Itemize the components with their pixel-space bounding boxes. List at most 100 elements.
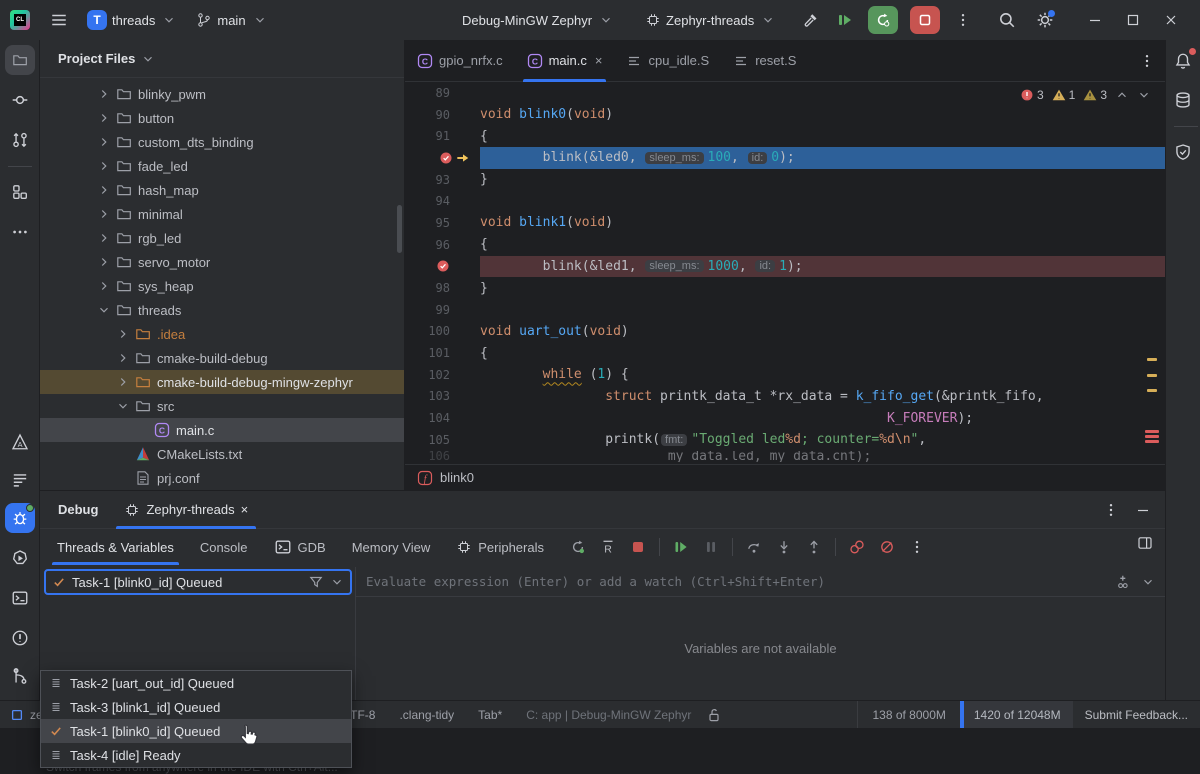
structure-tool-button[interactable] xyxy=(5,177,35,207)
code-gutter[interactable]: 89 xyxy=(405,86,480,100)
todo-tool-button[interactable] xyxy=(5,465,35,495)
rerun-green-button[interactable] xyxy=(565,534,591,560)
cmake-tool-button[interactable]: A xyxy=(5,427,35,457)
indent-style[interactable]: Tab* xyxy=(469,708,511,722)
tree-chevron[interactable] xyxy=(96,303,112,317)
tree-item[interactable]: custom_dts_binding xyxy=(40,130,404,154)
tree-item[interactable]: sys_heap xyxy=(40,274,404,298)
debug-session-selector[interactable]: Zephyr-threads xyxy=(638,6,782,34)
resume-small-button[interactable] xyxy=(668,534,694,560)
code-gutter[interactable] xyxy=(405,151,480,165)
editor-tab-cpu_idle-S[interactable]: cpu_idle.S xyxy=(614,40,721,82)
stripe-warning-mark[interactable] xyxy=(1147,374,1157,377)
tree-item[interactable]: cmake-build-debug xyxy=(40,346,404,370)
code-gutter[interactable]: 105 xyxy=(405,433,480,447)
tree-item[interactable]: minimal xyxy=(40,202,404,226)
inspections-widget[interactable]: 3 1 3 xyxy=(1020,88,1151,102)
tree-chevron[interactable] xyxy=(96,111,112,125)
build-button[interactable] xyxy=(796,6,826,34)
tree-item[interactable]: cmake-build-debug-mingw-zephyr xyxy=(40,370,404,394)
layout-settings-icon[interactable] xyxy=(1137,535,1153,551)
tree-chevron[interactable] xyxy=(96,135,112,149)
tree-item[interactable]: src xyxy=(40,394,404,418)
debug-tab-memory-view[interactable]: Memory View xyxy=(339,529,444,565)
tree-scrollbar[interactable] xyxy=(397,205,402,253)
code-gutter[interactable]: 98 xyxy=(405,281,480,295)
add-watch-icon[interactable] xyxy=(1115,574,1131,590)
tree-chevron[interactable] xyxy=(115,399,131,413)
code-gutter[interactable]: 90 xyxy=(405,108,480,122)
code-gutter[interactable]: 102 xyxy=(405,368,480,382)
debug-options-kebab-icon[interactable] xyxy=(1103,502,1119,518)
code-gutter[interactable]: 96 xyxy=(405,238,480,252)
thread-option[interactable]: Task-4 [idle] Ready xyxy=(41,743,351,767)
stripe-warning-mark[interactable] xyxy=(1147,389,1157,392)
tree-chevron[interactable] xyxy=(115,327,131,341)
code-gutter[interactable]: 94 xyxy=(405,194,480,208)
code-viewport[interactable]: 8990void blink0(void)91{ blink(&led0, sl… xyxy=(405,82,1165,464)
stop-button[interactable] xyxy=(910,6,940,34)
editor-tab-gpio_nrfx-c[interactable]: Cgpio_nrfx.c xyxy=(405,40,515,82)
mute-bps-button[interactable] xyxy=(874,534,900,560)
debug-session-tab[interactable]: Zephyr-threads × xyxy=(114,491,258,529)
database-tool-button[interactable] xyxy=(1168,85,1198,115)
commit-tool-button[interactable] xyxy=(5,85,35,115)
tree-item[interactable]: servo_motor xyxy=(40,250,404,274)
memory-indicator[interactable]: 1420 of 12048M xyxy=(960,701,1073,728)
debug-tab-threads-variables[interactable]: Threads & Variables xyxy=(44,529,187,565)
tree-chevron[interactable] xyxy=(96,279,112,293)
tree-item[interactable]: rgb_led xyxy=(40,226,404,250)
code-gutter[interactable]: 93 xyxy=(405,173,480,187)
debug-tab-gdb[interactable]: GDB xyxy=(261,529,339,565)
chevron-down-icon[interactable] xyxy=(1141,575,1155,589)
tree-item[interactable]: .idea xyxy=(40,322,404,346)
chevron-down-icon[interactable] xyxy=(330,575,344,589)
debug-tab-console[interactable]: Console xyxy=(187,529,261,565)
version-control-tool-button[interactable] xyxy=(5,661,35,691)
close-session-icon[interactable]: × xyxy=(241,502,249,517)
step-into-button[interactable] xyxy=(771,534,797,560)
stop-red-button[interactable] xyxy=(625,534,651,560)
problems-tool-button[interactable] xyxy=(5,623,35,653)
code-gutter[interactable]: 103 xyxy=(405,389,480,403)
search-everywhere-button[interactable] xyxy=(992,6,1022,34)
tree-chevron[interactable] xyxy=(96,87,112,101)
step-over-button[interactable] xyxy=(741,534,767,560)
stripe-error-mark[interactable] xyxy=(1145,435,1159,438)
resolve-context[interactable]: C: app | Debug-MinGW Zephyr xyxy=(517,708,700,722)
code-gutter[interactable] xyxy=(405,259,480,273)
main-menu-button[interactable] xyxy=(44,6,74,34)
settings-button[interactable] xyxy=(1030,6,1060,34)
tree-chevron[interactable] xyxy=(115,351,131,365)
terminal-tool-button[interactable] xyxy=(5,583,35,613)
editor-tab-main-c[interactable]: Cmain.c× xyxy=(515,40,615,82)
tree-item[interactable]: CMakeLists.txt xyxy=(40,442,404,466)
resume-program-button[interactable] xyxy=(830,6,860,34)
project-widget[interactable]: T threads xyxy=(80,6,183,34)
tree-item[interactable]: Cmain.c xyxy=(40,418,404,442)
thread-option[interactable]: Task-2 [uart_out_id] Queued xyxy=(41,671,351,695)
view-bps-button[interactable] xyxy=(844,534,870,560)
stripe-error-mark[interactable] xyxy=(1145,440,1159,443)
tree-item[interactable]: blinky_pwm xyxy=(40,82,404,106)
tree-item[interactable]: button xyxy=(40,106,404,130)
debug-tool-button[interactable] xyxy=(5,503,35,533)
code-gutter[interactable]: 99 xyxy=(405,303,480,317)
vcs-branch-widget[interactable]: main xyxy=(189,6,273,34)
hide-panel-icon[interactable] xyxy=(1135,502,1151,518)
code-gutter[interactable]: 106 xyxy=(405,451,480,462)
editor-breadcrumb[interactable]: f blink0 xyxy=(405,464,1165,490)
reset-button[interactable]: R xyxy=(595,534,621,560)
project-tool-button[interactable] xyxy=(5,45,35,75)
code-gutter[interactable]: 95 xyxy=(405,216,480,230)
code-gutter[interactable]: 91 xyxy=(405,129,480,143)
next-problem-icon[interactable] xyxy=(1137,88,1151,102)
clang-tidy-widget[interactable]: .clang-tidy xyxy=(390,708,463,722)
tree-item[interactable]: prj.conf xyxy=(40,466,404,490)
tree-chevron[interactable] xyxy=(96,207,112,221)
privacy-tool-button[interactable] xyxy=(1168,137,1198,167)
heap-indicator[interactable]: 138 of 8000M xyxy=(857,701,959,728)
code-gutter[interactable]: 101 xyxy=(405,346,480,360)
pull-requests-tool-button[interactable] xyxy=(5,125,35,155)
more-tool-windows-button[interactable] xyxy=(5,217,35,247)
